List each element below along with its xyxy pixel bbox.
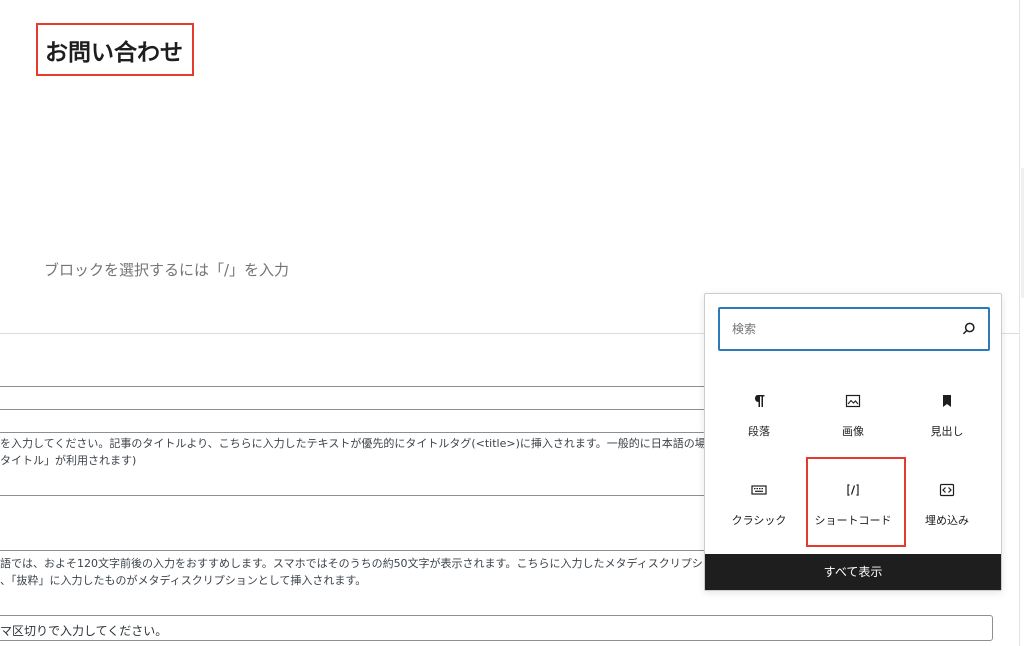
block-appender-placeholder[interactable]: ブロックを選択するには「/」を入力 [44, 259, 289, 280]
keyboard-icon [751, 485, 767, 495]
block-item-heading[interactable]: 見出し [900, 383, 994, 461]
heading-bookmark-icon [943, 395, 951, 407]
post-title[interactable]: お問い合わせ [45, 33, 183, 67]
meta-separator-1 [0, 386, 706, 387]
embed-icon [939, 483, 955, 497]
block-label-paragraph: 段落 [748, 425, 770, 438]
block-label-heading: 見出し [930, 425, 964, 438]
shortcode-highlight-box [806, 457, 906, 547]
description-help-line2: 、「抜粋」に入力したものがメタディスクリプションとして挿入されます。 [0, 574, 367, 587]
block-item-classic[interactable]: クラシック [712, 472, 806, 550]
block-label-image: 画像 [842, 425, 864, 438]
inserter-search-input[interactable] [732, 319, 952, 339]
meta-separator-3 [0, 550, 706, 551]
editor-scrollbar[interactable] [1019, 0, 1024, 646]
block-label-embed: 埋め込み [925, 514, 969, 527]
block-label-classic: クラシック [731, 514, 787, 527]
description-help-line1: 語では、およそ120文字前後の入力をおすすめします。スマホではそのうちの約50文… [0, 557, 703, 570]
browse-all-button[interactable]: すべて表示 [705, 554, 1001, 590]
seo-title-help-line2: タイトル」が利用されます) [0, 454, 137, 467]
keywords-field-text: マ区切りで入力してください。 [0, 624, 168, 638]
paragraph-icon [755, 395, 765, 407]
meta-separator-2 [0, 495, 706, 496]
block-item-image[interactable]: 画像 [806, 383, 900, 461]
seo-title-field[interactable] [0, 409, 706, 433]
block-item-paragraph[interactable]: 段落 [712, 383, 806, 461]
block-item-embed[interactable]: 埋め込み [900, 472, 994, 550]
search-icon[interactable] [960, 320, 978, 338]
image-icon [845, 394, 861, 408]
seo-title-help-line1: を入力してください。記事のタイトルより、こちらに入力したテキストが優先的にタイト… [0, 437, 706, 450]
inserter-search-box[interactable] [718, 307, 990, 351]
